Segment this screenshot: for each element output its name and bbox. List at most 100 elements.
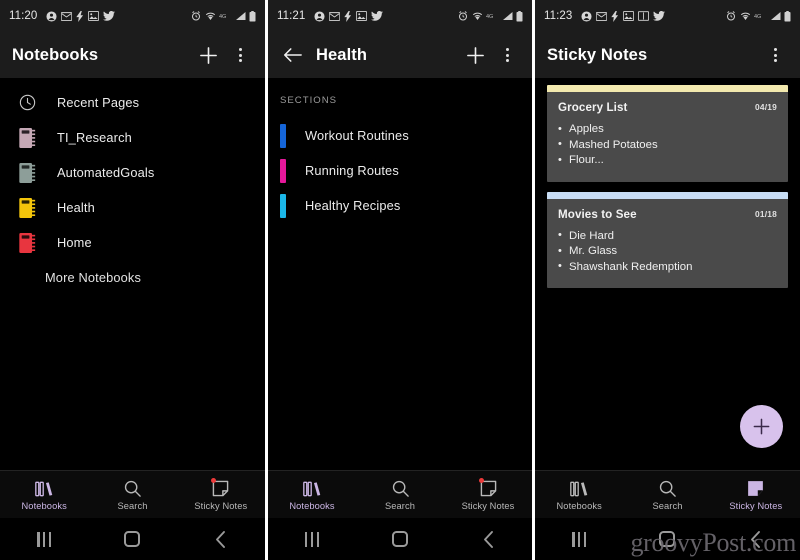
books-icon <box>35 479 53 497</box>
back-button[interactable] <box>712 530 800 549</box>
back-chevron-icon <box>483 530 493 548</box>
wifi-icon <box>205 11 216 21</box>
tab-label: Search <box>117 500 148 511</box>
list-item-automatedgoals[interactable]: AutomatedGoals <box>0 155 265 190</box>
section-color-swatch <box>280 158 286 183</box>
mail-icon <box>596 11 608 21</box>
wifi-icon <box>740 11 751 21</box>
svg-text:4G: 4G <box>486 14 493 20</box>
back-arrow-button[interactable] <box>280 43 304 67</box>
bottom-nav: Notebooks Search Sticky Notes <box>535 470 800 518</box>
flash-icon <box>344 10 352 22</box>
notes-list: Grocery List 04/19 Apples Mashed Potatoe… <box>535 78 800 288</box>
tab-sticky-notes[interactable]: Sticky Notes <box>177 477 265 511</box>
notification-badge <box>478 477 484 483</box>
signal-icon <box>502 11 513 21</box>
more-notebooks-label: More Notebooks <box>45 269 141 285</box>
search-icon <box>392 479 409 497</box>
overflow-menu-button[interactable] <box>762 42 788 68</box>
sections-header: SECTIONS <box>280 95 338 106</box>
tab-search[interactable]: Search <box>356 479 444 511</box>
status-bar: 11:20 4G <box>0 0 265 32</box>
note-item-list: Die Hard Mr. Glass Shawshank Redemption <box>558 228 777 276</box>
tab-label: Sticky Notes <box>729 500 783 511</box>
screenshot-stage: 11:20 4G Notebooks Recent Pages TI_Resea… <box>0 0 800 560</box>
notebook-icon <box>14 230 40 256</box>
wifi-icon <box>472 11 483 21</box>
list-item-recent-pages[interactable]: Recent Pages <box>0 85 265 120</box>
home-button[interactable] <box>88 531 176 547</box>
android-nav-bar <box>535 518 800 560</box>
battery-icon <box>516 10 523 22</box>
back-chevron-icon <box>751 530 761 548</box>
list-item-label: TI_Research <box>57 130 132 145</box>
battery-icon <box>784 10 791 22</box>
kebab-icon <box>505 48 509 62</box>
overflow-menu-button[interactable] <box>227 42 253 68</box>
tab-notebooks[interactable]: Notebooks <box>268 479 356 511</box>
recents-button[interactable] <box>0 531 88 547</box>
tab-label: Notebooks <box>289 500 335 511</box>
flash-icon <box>611 10 619 22</box>
books-icon <box>570 479 588 497</box>
account-icon <box>581 10 592 22</box>
tab-sticky-notes[interactable]: Sticky Notes <box>712 479 800 511</box>
book-icon <box>638 11 650 21</box>
battery-icon <box>249 10 256 22</box>
account-icon <box>46 10 57 22</box>
section-color-swatch <box>280 123 286 148</box>
list-item-ti-research[interactable]: TI_Research <box>0 120 265 155</box>
mail-icon <box>61 11 73 21</box>
section-item-workout-routines[interactable]: Workout Routines <box>268 118 532 153</box>
add-section-button[interactable] <box>462 42 488 68</box>
books-icon <box>303 479 321 497</box>
alarm-icon <box>191 11 201 21</box>
plus-icon <box>753 418 770 435</box>
notebook-icon <box>14 160 40 186</box>
note-item: Die Hard <box>558 228 777 245</box>
section-item-healthy-recipes[interactable]: Healthy Recipes <box>268 188 532 223</box>
home-button[interactable] <box>356 531 444 547</box>
back-button[interactable] <box>444 530 532 549</box>
tab-label: Sticky Notes <box>461 500 515 511</box>
tab-sticky-notes[interactable]: Sticky Notes <box>444 477 532 511</box>
tab-label: Notebooks <box>21 500 67 511</box>
flash-icon <box>76 10 84 22</box>
tab-notebooks[interactable]: Notebooks <box>0 479 88 511</box>
add-notebook-button[interactable] <box>195 42 221 68</box>
kebab-icon <box>773 48 777 62</box>
network-4g-icon: 4G <box>486 12 498 20</box>
home-icon <box>659 531 676 547</box>
home-button[interactable] <box>623 531 711 547</box>
note-card-movies-to-see[interactable]: Movies to See 01/18 Die Hard Mr. Glass S… <box>547 191 788 288</box>
clock-icon <box>14 90 40 116</box>
note-card-grocery-list[interactable]: Grocery List 04/19 Apples Mashed Potatoe… <box>547 85 788 182</box>
more-notebooks-button[interactable]: More Notebooks <box>0 260 265 294</box>
photo-icon <box>356 11 368 21</box>
section-item-running-routes[interactable]: Running Routes <box>268 153 532 188</box>
tab-notebooks[interactable]: Notebooks <box>535 479 623 511</box>
list-item-health[interactable]: Health <box>0 190 265 225</box>
note-item: Mr. Glass <box>558 244 777 260</box>
phone-screen-sticky-notes: 11:23 4G Sticky Notes Grocery List 04/19… <box>535 0 800 560</box>
overflow-menu-button[interactable] <box>494 42 520 68</box>
status-bar: 11:23 4G <box>535 0 800 32</box>
add-note-fab[interactable] <box>740 405 783 448</box>
note-item-list: Apples Mashed Potatoes Flour... <box>558 122 777 169</box>
page-title: Sticky Notes <box>547 45 648 64</box>
list-item-home[interactable]: Home <box>0 225 265 260</box>
twitter-icon <box>653 11 666 21</box>
phone-screen-health: 11:21 4G Health SECTIONS Workout Routine… <box>268 0 532 560</box>
twitter-icon <box>371 11 384 21</box>
tab-search[interactable]: Search <box>623 479 711 511</box>
note-item: Shawshank Redemption <box>558 259 777 276</box>
back-button[interactable] <box>177 530 265 549</box>
recents-button[interactable] <box>268 531 356 547</box>
sticky-note-icon <box>211 477 229 497</box>
note-title: Movies to See <box>558 207 637 221</box>
kebab-icon <box>238 48 242 62</box>
section-label: Running Routes <box>305 163 399 178</box>
recents-button[interactable] <box>535 531 623 547</box>
tab-search[interactable]: Search <box>88 479 176 511</box>
note-color-stripe <box>547 85 788 92</box>
